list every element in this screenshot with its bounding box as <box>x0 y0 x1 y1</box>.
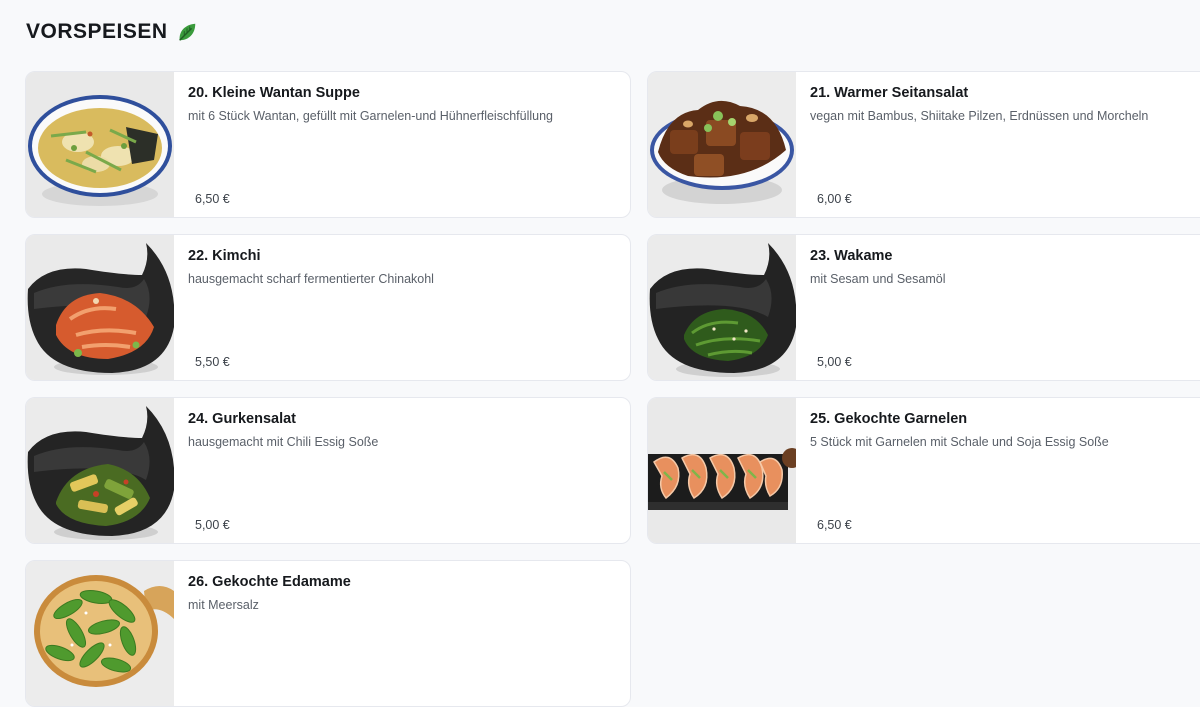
menu-item-price: 5,50 € <box>195 355 230 369</box>
kimchi-image <box>26 235 174 380</box>
wakame-image <box>648 235 796 380</box>
menu-item-description: mit 6 Stück Wantan, gefüllt mit Garnelen… <box>188 109 553 123</box>
menu-item-description: mit Sesam und Sesamöl <box>810 272 946 286</box>
menu-item-card[interactable]: 22. Kimchi hausgemacht scharf fermentier… <box>25 234 631 381</box>
menu-item-name: 25. Gekochte Garnelen <box>810 411 968 427</box>
section-title-text: VORSPEISEN <box>26 20 168 43</box>
menu-item-description: hausgemacht mit Chili Essig Soße <box>188 435 379 449</box>
menu-item-card[interactable]: 24. Gurkensalat hausgemacht mit Chili Es… <box>25 397 631 544</box>
menu-item-price: 6,50 € <box>817 518 852 532</box>
menu-item-card[interactable]: 26. Gekochte Edamame mit Meersalz <box>25 560 631 707</box>
menu-item-card[interactable]: 25. Gekochte Garnelen 5 Stück mit Garnel… <box>647 397 1200 544</box>
menu-item-description: vegan mit Bambus, Shiitake Pilzen, Erdnü… <box>810 109 1149 123</box>
wonton-soup-image <box>26 72 174 217</box>
menu-item-price: 6,50 € <box>195 192 230 206</box>
menu-item-description: 5 Stück mit Garnelen mit Schale und Soja… <box>810 435 1109 449</box>
seitan-salad-image <box>648 72 796 217</box>
menu-item-name: 24. Gurkensalat <box>188 411 296 427</box>
cucumber-salad-image <box>26 398 174 543</box>
menu-item-name: 20. Kleine Wantan Suppe <box>188 85 360 101</box>
menu-item-card[interactable]: 21. Warmer Seitansalat vegan mit Bambus,… <box>647 71 1200 218</box>
menu-item-price: 6,00 € <box>817 192 852 206</box>
shrimp-image <box>648 398 796 543</box>
menu-item-card[interactable]: 20. Kleine Wantan Suppe mit 6 Stück Want… <box>25 71 631 218</box>
menu-item-price: 5,00 € <box>817 355 852 369</box>
menu-item-name: 21. Warmer Seitansalat <box>810 85 969 101</box>
menu-item-price: 5,00 € <box>195 518 230 532</box>
menu-item-name: 23. Wakame <box>810 248 893 264</box>
menu-item-name: 26. Gekochte Edamame <box>188 574 351 590</box>
menu-item-description: hausgemacht scharf fermentierter Chinako… <box>188 272 434 286</box>
leaf-icon <box>176 21 198 43</box>
section-title: VORSPEISEN <box>26 20 198 44</box>
menu-item-description: mit Meersalz <box>188 598 259 612</box>
edamame-image <box>26 561 174 706</box>
menu-item-name: 22. Kimchi <box>188 248 261 264</box>
menu-item-card[interactable]: 23. Wakame mit Sesam und Sesamöl 5,00 € <box>647 234 1200 381</box>
